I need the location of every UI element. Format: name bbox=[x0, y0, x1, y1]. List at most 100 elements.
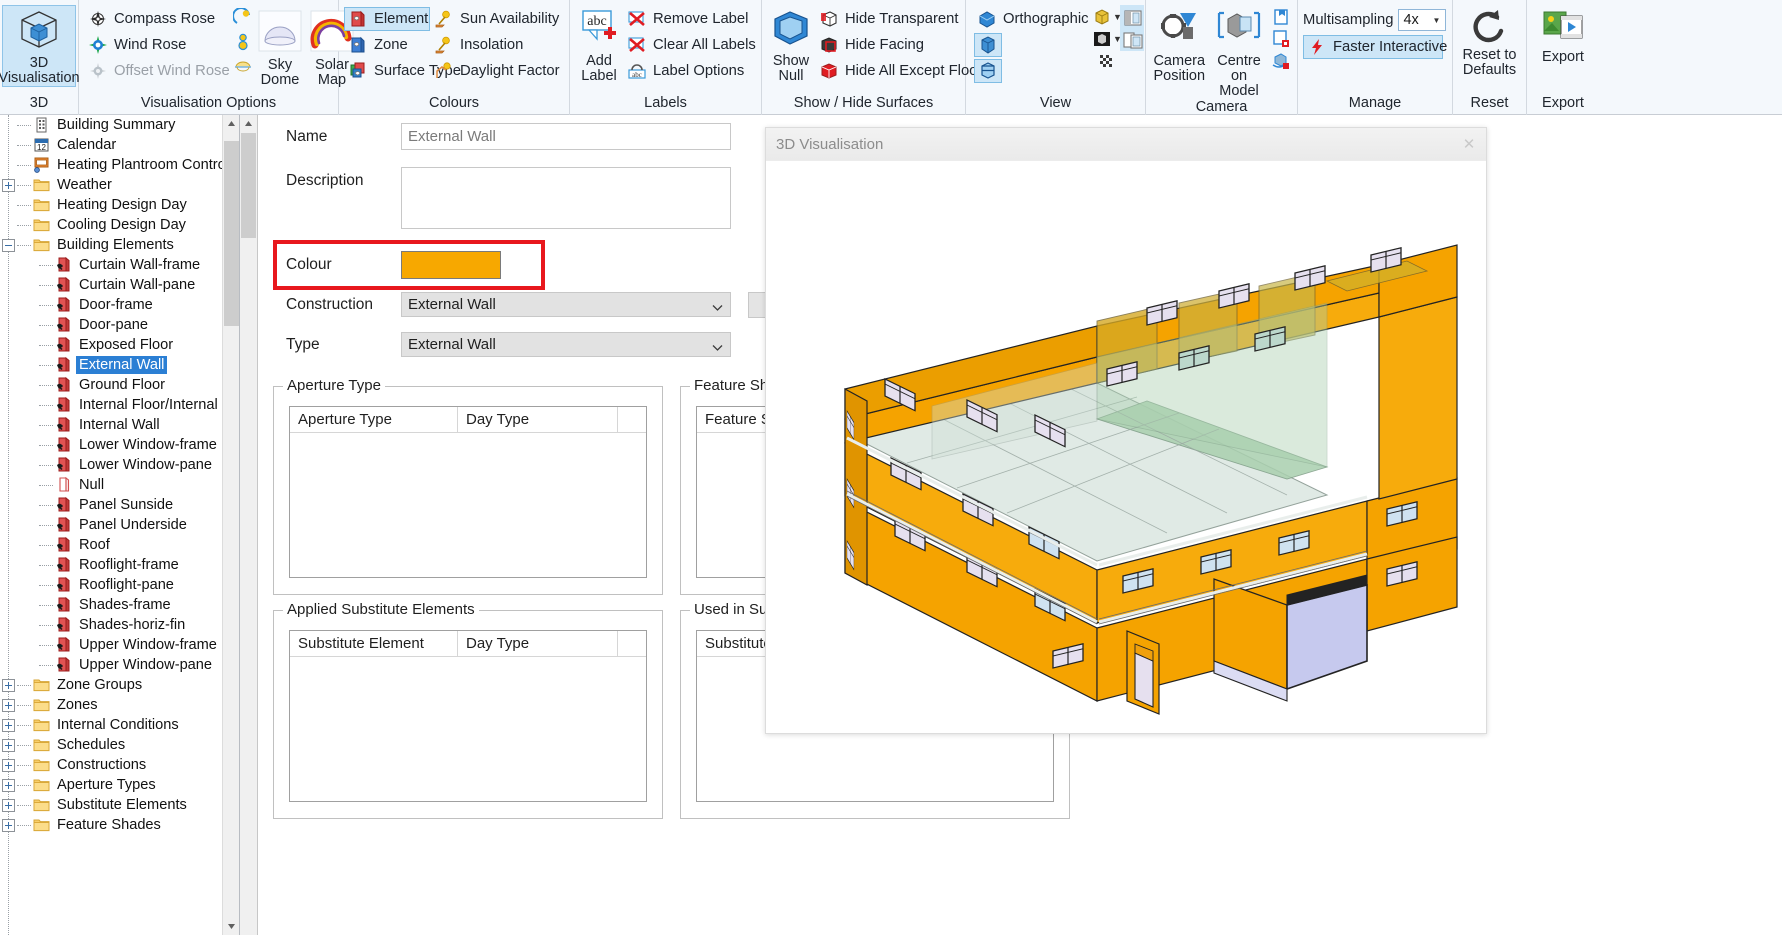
expand-icon[interactable] bbox=[2, 758, 15, 772]
name-input[interactable]: External Wall bbox=[401, 123, 731, 150]
construction-select[interactable]: External Wall bbox=[401, 292, 731, 317]
hide-facing-button[interactable]: Hide Facing bbox=[815, 33, 963, 57]
tree-item-panel-sunside[interactable]: Panel Sunside bbox=[0, 495, 222, 515]
tree-item-shades-horiz-fin[interactable]: Shades-horiz-fin bbox=[0, 615, 222, 635]
column-day-type[interactable]: Day Type bbox=[458, 631, 618, 656]
expand-icon[interactable] bbox=[2, 178, 15, 192]
tree-item-substitute-elements[interactable]: Substitute Elements bbox=[0, 795, 222, 815]
3d-visualisation-button[interactable]: 3D Visualisation bbox=[0, 5, 80, 87]
tree-item-internal-conditions[interactable]: Internal Conditions bbox=[0, 715, 222, 735]
sidebar-scroll-thumb[interactable] bbox=[224, 141, 239, 326]
tree-item-zones[interactable]: Zones bbox=[0, 695, 222, 715]
tree-item-weather[interactable]: Weather bbox=[0, 175, 222, 195]
dark-shading-icon[interactable] bbox=[1092, 29, 1112, 49]
column-aperture-type[interactable]: Aperture Type bbox=[290, 407, 458, 432]
collapse-icon[interactable] bbox=[2, 238, 15, 252]
form-scrollbar[interactable] bbox=[240, 115, 257, 935]
multisampling-select[interactable]: 4x ▼ bbox=[1398, 9, 1447, 31]
expand-icon[interactable] bbox=[2, 718, 15, 732]
sun-path-button[interactable] bbox=[232, 7, 254, 29]
tree-item-internal-wall[interactable]: Internal Wall bbox=[0, 415, 222, 435]
add-label-button[interactable]: abc Add Label bbox=[575, 5, 623, 85]
aperture-type-list[interactable]: Aperture Type Day Type bbox=[289, 406, 647, 578]
scroll-up-arrow-icon[interactable] bbox=[223, 115, 239, 132]
wireframe-view-button[interactable] bbox=[974, 59, 1002, 83]
tree-item-null[interactable]: Null bbox=[0, 475, 222, 495]
colour-surface-type-button[interactable]: Surface Type bbox=[344, 59, 461, 83]
tree-item-building-elements[interactable]: Building Elements bbox=[0, 235, 222, 255]
hide-all-except-floors-button[interactable]: Hide All Except Floors bbox=[815, 59, 990, 83]
3d-model-viewport[interactable] bbox=[767, 161, 1485, 732]
compass-rose-button[interactable]: Compass Rose bbox=[84, 7, 232, 31]
tree-item-rooflight-pane[interactable]: Rooflight-pane bbox=[0, 575, 222, 595]
tree-item-schedules[interactable]: Schedules bbox=[0, 735, 222, 755]
column-day-type[interactable]: Day Type bbox=[458, 407, 618, 432]
project-tree-sidebar[interactable]: Building Summary 12 Calendar Heating Plantr… bbox=[0, 115, 240, 935]
tree-item-panel-underside[interactable]: Panel Underside bbox=[0, 515, 222, 535]
tree-item-upper-window-pane[interactable]: Upper Window-pane bbox=[0, 655, 222, 675]
label-options-button[interactable]: abc Label Options bbox=[623, 59, 759, 83]
expand-icon[interactable] bbox=[2, 798, 15, 812]
camera-position-button[interactable]: Camera Position bbox=[1151, 5, 1207, 85]
gold-shading-icon[interactable] bbox=[1092, 7, 1112, 27]
tree-item-cooling-design-day[interactable]: Cooling Design Day bbox=[0, 215, 222, 235]
tree-item-exposed-floor[interactable]: Exposed Floor bbox=[0, 335, 222, 355]
close-icon[interactable]: ✕ bbox=[1458, 133, 1480, 155]
reset-to-defaults-button[interactable]: Reset to Defaults bbox=[1456, 5, 1524, 79]
tree-item-door-frame[interactable]: Door-frame bbox=[0, 295, 222, 315]
reset-rotation-lock-icon[interactable] bbox=[1271, 51, 1291, 71]
form-scroll-thumb[interactable] bbox=[241, 133, 256, 238]
daylight-factor-button[interactable]: Daylight Factor bbox=[430, 59, 566, 83]
expand-icon[interactable] bbox=[2, 818, 15, 832]
colour-zone-button[interactable]: Zone bbox=[344, 33, 430, 57]
form-scroll-up-arrow-icon[interactable] bbox=[240, 115, 257, 132]
tree-item-zone-groups[interactable]: Zone Groups bbox=[0, 675, 222, 695]
remove-label-button[interactable]: Remove Label bbox=[623, 7, 759, 31]
description-input[interactable] bbox=[401, 167, 731, 229]
scroll-down-arrow-icon[interactable] bbox=[223, 918, 239, 935]
tree-item-calendar[interactable]: 12 Calendar bbox=[0, 135, 222, 155]
tree-item-external-wall[interactable]: External Wall bbox=[0, 355, 222, 375]
save-view-icon[interactable] bbox=[1271, 7, 1291, 27]
expand-icon[interactable] bbox=[2, 778, 15, 792]
hide-transparent-button[interactable]: Hide Transparent bbox=[815, 7, 963, 31]
tree-item-heating-plantroom-controls[interactable]: Heating Plantroom Controls bbox=[0, 155, 236, 175]
analemma-button[interactable] bbox=[232, 31, 254, 53]
expand-icon[interactable] bbox=[2, 698, 15, 712]
expand-icon[interactable] bbox=[2, 738, 15, 752]
orthographic-button[interactable]: Orthographic bbox=[974, 7, 1094, 31]
insolation-button[interactable]: Insolation bbox=[430, 33, 566, 57]
tree-item-constructions[interactable]: Constructions bbox=[0, 755, 222, 775]
3d-visualisation-titlebar[interactable]: 3D Visualisation bbox=[766, 128, 1486, 161]
tree-item-lower-window-pane[interactable]: Lower Window-pane bbox=[0, 455, 222, 475]
split-view-single-icon[interactable] bbox=[1122, 7, 1142, 27]
applied-substitute-elements-list[interactable]: Substitute Element Day Type bbox=[289, 630, 647, 802]
tree-root[interactable]: Building Summary 12 Calendar Heating Plantr… bbox=[0, 115, 239, 835]
faster-interactive-button[interactable]: Faster Interactive bbox=[1303, 35, 1447, 59]
wind-rose-button[interactable]: Wind Rose bbox=[84, 33, 232, 57]
tree-item-heating-design-day[interactable]: Heating Design Day bbox=[0, 195, 222, 215]
checker-transparency-icon[interactable] bbox=[1097, 51, 1117, 71]
tree-item-internal-floor-internal-ceiling[interactable]: Internal Floor/Internal Ceiling bbox=[0, 395, 239, 415]
show-null-button[interactable]: Show Null bbox=[767, 5, 815, 85]
column-substitute-element[interactable]: Substitute Element bbox=[290, 631, 458, 656]
tree-item-building-summary[interactable]: Building Summary bbox=[0, 115, 222, 135]
expand-icon[interactable] bbox=[2, 678, 15, 692]
tree-item-rooflight-frame[interactable]: Rooflight-frame bbox=[0, 555, 222, 575]
tree-item-roof[interactable]: Roof bbox=[0, 535, 222, 555]
tree-item-aperture-types[interactable]: Aperture Types bbox=[0, 775, 222, 795]
tree-item-upper-window-frame[interactable]: Upper Window-frame bbox=[0, 635, 222, 655]
tree-item-feature-shades[interactable]: Feature Shades bbox=[0, 815, 222, 835]
tree-item-curtain-wall-frame[interactable]: Curtain Wall-frame bbox=[0, 255, 222, 275]
sidebar-scrollbar[interactable] bbox=[222, 115, 239, 935]
tree-item-door-pane[interactable]: Door-pane bbox=[0, 315, 222, 335]
solid-view-button[interactable] bbox=[974, 33, 1002, 57]
3d-visualisation-window[interactable]: 3D Visualisation ✕ bbox=[765, 127, 1487, 734]
tree-item-curtain-wall-pane[interactable]: Curtain Wall-pane bbox=[0, 275, 222, 295]
split-view-double-icon[interactable] bbox=[1122, 29, 1143, 49]
export-button[interactable]: Export bbox=[1531, 5, 1595, 66]
sun-availability-button[interactable]: Sun Availability bbox=[430, 7, 566, 31]
type-select[interactable]: External Wall bbox=[401, 332, 731, 357]
tree-item-ground-floor[interactable]: Ground Floor bbox=[0, 375, 222, 395]
tree-item-lower-window-frame[interactable]: Lower Window-frame bbox=[0, 435, 222, 455]
